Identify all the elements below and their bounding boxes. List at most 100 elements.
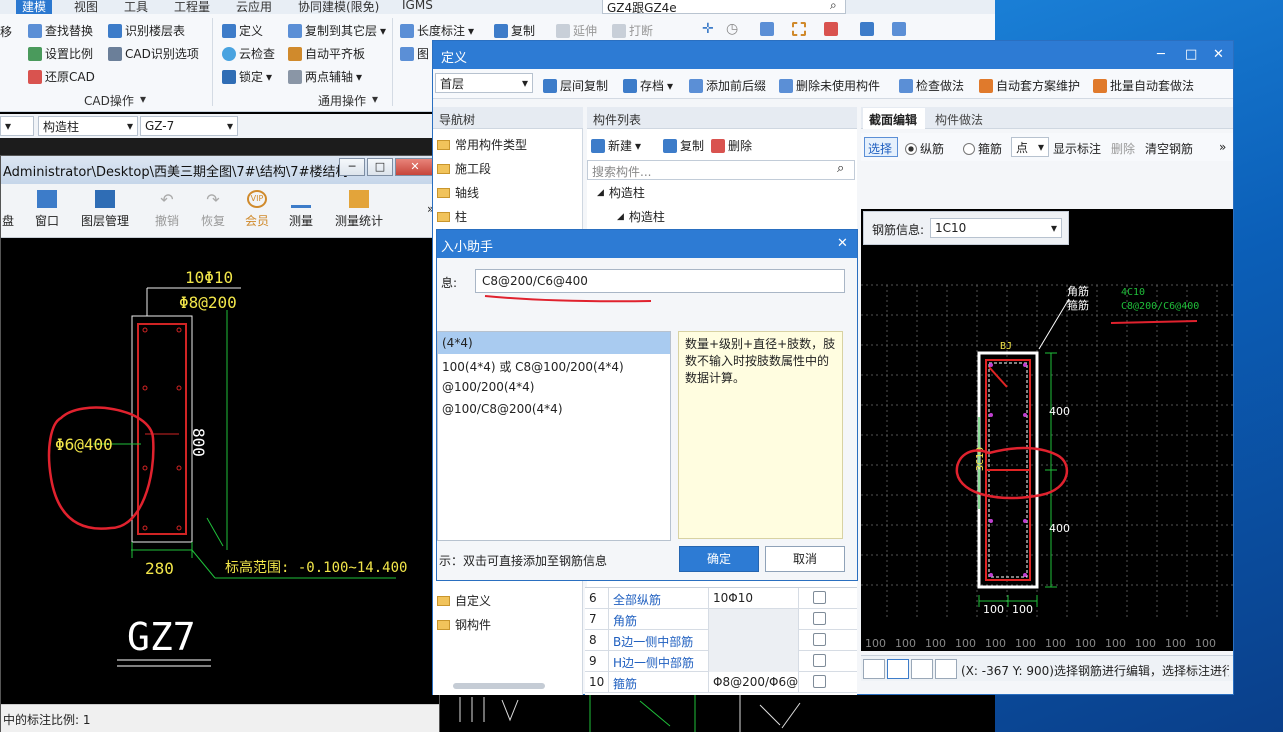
tree-item-axis[interactable]: 轴线	[437, 184, 479, 201]
table-row[interactable]: 10 箍筋 Φ8@200/Φ6@	[585, 672, 857, 693]
find-replace-button[interactable]: 查找替换	[28, 22, 93, 39]
close-button[interactable]: ✕	[1213, 47, 1224, 62]
minimize-button[interactable]: ─	[1157, 47, 1165, 62]
table-row[interactable]: 8 B边一侧中部筋	[585, 630, 857, 651]
ortho-icon[interactable]	[863, 659, 885, 679]
new-component-button[interactable]: 新建 ▾	[591, 137, 641, 154]
delete-rebar-button[interactable]: 删除	[1111, 140, 1135, 157]
two-point-axis-button[interactable]: 两点辅轴 ▾	[288, 68, 362, 85]
window-tool[interactable]: 窗口	[29, 190, 65, 229]
copy-to-other-floor-button[interactable]: 复制到其它层 ▾	[288, 22, 386, 39]
checkbox[interactable]	[813, 591, 826, 604]
checkbox[interactable]	[813, 612, 826, 625]
component-subgroup[interactable]: ◢ 构造柱	[617, 208, 665, 225]
show-mark-button[interactable]: 显示标注	[1053, 140, 1101, 157]
check-method-button[interactable]: 检查做法	[899, 77, 964, 94]
table-row[interactable]: 9 H边一侧中部筋	[585, 651, 857, 672]
property-value[interactable]	[709, 609, 799, 630]
rebar-info-select[interactable]: 1C10 ▾	[930, 218, 1062, 238]
maximize-button[interactable]: □	[1185, 47, 1197, 62]
component-search-input[interactable]: 搜索构件...	[587, 160, 855, 180]
measure-tool[interactable]: 测量	[285, 190, 317, 229]
delete-component-button[interactable]: 删除	[711, 137, 752, 154]
tree-item-common[interactable]: 常用构件类型	[437, 136, 527, 153]
tab-modeling[interactable]: 建模	[16, 0, 53, 14]
vip-tool[interactable]: VIP 会员	[241, 190, 273, 229]
tree-item-stage[interactable]: 施工段	[437, 160, 491, 177]
identify-layers-button[interactable]: 识别楼层表	[108, 22, 185, 39]
tree-item-custom[interactable]: 自定义	[437, 592, 491, 609]
filter-icon[interactable]	[824, 22, 838, 39]
component-group[interactable]: ◢ 构造柱	[597, 184, 645, 201]
rebar-info-input[interactable]: C8@200/C6@400	[475, 269, 845, 293]
tab-component-method[interactable]: 构件做法	[929, 108, 991, 129]
clear-rebar-button[interactable]: 清空钢筋	[1145, 140, 1193, 157]
property-value[interactable]	[709, 651, 799, 672]
tab-igms[interactable]: IGMS	[402, 0, 433, 12]
set-scale-button[interactable]: 设置比例	[28, 45, 93, 62]
select-button[interactable]: 选择	[864, 137, 898, 157]
close-icon[interactable]: ✕	[837, 236, 848, 251]
cancel-button[interactable]: 取消	[765, 546, 845, 572]
tab-collab[interactable]: 协同建模(限免)	[298, 0, 379, 14]
table-row[interactable]: 7 角筋	[585, 609, 857, 630]
tab-tools[interactable]: 工具	[124, 0, 148, 14]
auto-scheme-button[interactable]: 自动套方案维护	[979, 77, 1080, 94]
crosshair-icon[interactable]: ✛	[702, 21, 714, 37]
settings-icon[interactable]	[860, 22, 874, 39]
tree-item-steel[interactable]: 钢构件	[437, 616, 491, 633]
section-drawing[interactable]: 角筋 箍筋 4C10 C8@200/C6@400 BJ 3C10 400 400…	[861, 209, 1233, 651]
disk-tool[interactable]: 盘	[1, 190, 15, 229]
copy-button[interactable]: 复制	[494, 22, 535, 39]
list-item[interactable]: @100/C8@200(4*4)	[438, 398, 670, 420]
checkbox[interactable]	[813, 675, 826, 688]
map-button[interactable]: 图	[400, 45, 429, 62]
batch-auto-button[interactable]: 批量自动套做法	[1093, 77, 1194, 94]
break-button[interactable]: 打断	[612, 22, 653, 39]
search-icon[interactable]: ⌕	[830, 0, 837, 13]
property-value[interactable]: 10Φ10	[709, 588, 799, 609]
tab-quantity[interactable]: 工程量	[174, 0, 210, 14]
checkbox[interactable]	[813, 633, 826, 646]
longitudinal-radio[interactable]: 纵筋	[905, 140, 944, 157]
copy-component-button[interactable]: 复制	[663, 137, 704, 154]
search-icon[interactable]: ⌕	[837, 161, 844, 176]
clock-icon[interactable]: ◷	[726, 21, 738, 37]
search-input[interactable]: GZ4跟GZ4e	[602, 0, 846, 14]
floor-select[interactable]: 首层 ▾	[435, 73, 533, 93]
checkbox[interactable]	[813, 654, 826, 667]
property-value[interactable]: Φ8@200/Φ6@	[709, 672, 799, 693]
add-prefix-button[interactable]: 添加前后缀	[689, 77, 766, 94]
tab-view[interactable]: 视图	[74, 0, 98, 14]
define-button[interactable]: 定义	[222, 22, 263, 39]
tree-item-column[interactable]: 柱	[437, 208, 467, 225]
floor-copy-button[interactable]: 层间复制	[543, 77, 608, 94]
nav-scrollbar[interactable]	[453, 683, 545, 689]
type-select[interactable]: 构造柱 ▾	[38, 116, 138, 136]
list-item[interactable]: (4*4)	[438, 332, 670, 354]
cad-options-button[interactable]: CAD识别选项	[108, 45, 199, 62]
tool-icon[interactable]	[892, 22, 906, 39]
close-button[interactable]: ✕	[395, 158, 435, 176]
cloud-check-button[interactable]: 云检查	[222, 45, 275, 62]
stirrup-radio[interactable]: 箍筋	[963, 140, 1002, 157]
more-icon[interactable]: »	[1219, 140, 1226, 154]
tab-section-edit[interactable]: 截面编辑	[863, 108, 925, 129]
length-mark-button[interactable]: 长度标注 ▾	[400, 22, 474, 39]
point-select[interactable]: 点 ▾	[1011, 137, 1049, 157]
extend-button[interactable]: 延伸	[556, 22, 597, 39]
dimension-snap-icon[interactable]	[935, 659, 957, 679]
layer-manager-tool[interactable]: 图层管理	[77, 190, 133, 229]
lock-button[interactable]: 锁定 ▾	[222, 68, 272, 85]
perpendicular-icon[interactable]	[911, 659, 933, 679]
category-select[interactable]: ▾	[0, 116, 34, 136]
select-region-icon[interactable]	[792, 22, 806, 39]
ok-button[interactable]: 确定	[679, 546, 759, 572]
delete-unused-button[interactable]: 删除未使用构件	[779, 77, 880, 94]
minimize-button[interactable]: ─	[339, 158, 365, 176]
snap-line-icon[interactable]	[887, 659, 909, 679]
list-item[interactable]: 100(4*4) 或 C8@100/200(4*4)	[438, 354, 670, 376]
archive-button[interactable]: 存档 ▾	[623, 77, 673, 94]
tab-cloud[interactable]: 云应用	[236, 0, 272, 14]
auto-align-slab-button[interactable]: 自动平齐板	[288, 45, 365, 62]
